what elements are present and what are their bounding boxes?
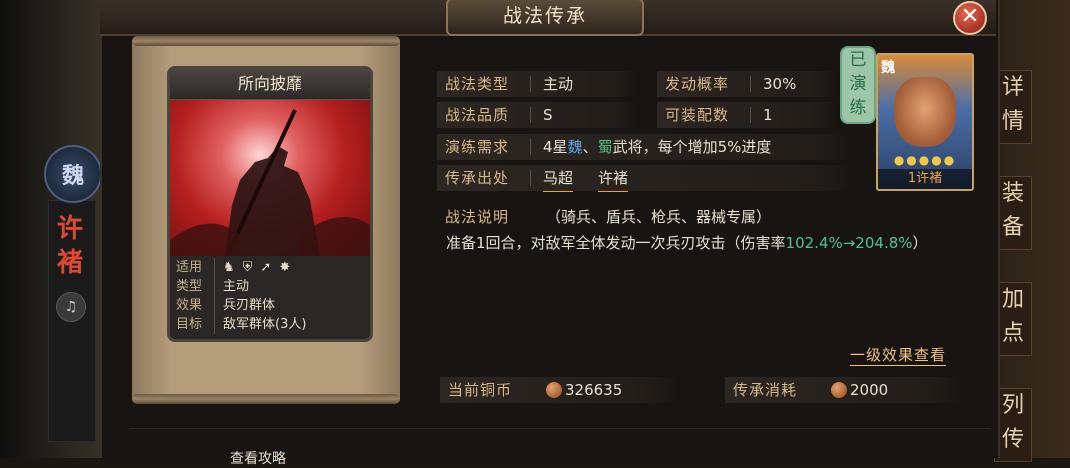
copper-coin-icon: [546, 382, 562, 398]
tab-points-label: 加点: [1001, 287, 1024, 346]
card-row-effect: 效果 兵刃群体: [176, 296, 364, 315]
general-portrait[interactable]: 魏 ●●●●● 1许褚: [876, 53, 974, 191]
card-row-apply: 适用 ♞ ⛨ ➚ ✸: [176, 258, 364, 277]
trigger-rate-label: 发动概率: [665, 75, 730, 93]
cavalry-icon: ♞: [223, 260, 235, 275]
quality-field: 战法品质 S: [437, 102, 637, 128]
close-button[interactable]: ✕: [953, 1, 987, 35]
scroll-rod-top: [132, 36, 400, 46]
description-main: 准备1回合，对敌军全体发动一次兵刃攻击（伤害率: [446, 234, 786, 252]
tactic-card: 所向披靡 适用 ♞ ⛨ ➚ ✸ 类型 主动 效果 兵刃群体 目标 敌军群体(3人…: [167, 66, 373, 342]
quality-label: 战法品质: [445, 106, 510, 124]
guide-link[interactable]: 查看攻略: [230, 448, 286, 468]
trigger-rate-field: 发动概率 30%: [657, 71, 837, 97]
separator: [530, 76, 531, 92]
drill-requirement-field: 演练需求 4星魏、蜀武将，每个增加5%进度: [437, 134, 857, 160]
card-row-target: 目标 敌军群体(3人): [176, 315, 364, 334]
separator: [530, 139, 531, 155]
shield-icon: ⛨: [242, 260, 253, 275]
portrait-name: 1许褚: [878, 169, 972, 189]
drilled-seal: 已演练: [840, 46, 876, 124]
portrait-faction: 魏: [881, 60, 895, 76]
copper-value-wrap: 326635: [546, 377, 622, 403]
type-value: 主动: [214, 277, 249, 296]
unit-icons: ♞ ⛨ ➚ ✸: [214, 258, 290, 277]
tab-equipment-label: 装备: [1001, 181, 1024, 240]
cost-coin-icon: [831, 382, 847, 398]
speaker-icon[interactable]: ♫: [56, 292, 86, 322]
inherit-cost-field: 传承消耗 2000: [725, 377, 965, 403]
trigger-rate-value: 30%: [763, 75, 797, 93]
drill-suffix: 武将，每个增加5%进度: [612, 138, 772, 156]
source-link-xuchu[interactable]: 许褚: [598, 165, 629, 192]
description-subtitle: （骑兵、盾兵、枪兵、器械专属）: [546, 208, 772, 226]
description-text: 准备1回合，对敌军全体发动一次兵刃攻击（伤害率102.4%→204.8%）: [446, 231, 966, 256]
level-one-effect-link[interactable]: 一级效果查看: [850, 344, 947, 366]
slots-field: 可装配数 1: [657, 102, 837, 128]
apply-label: 适用: [176, 260, 203, 275]
window-title: 战法传承: [446, 0, 644, 36]
separator: [530, 170, 531, 186]
drill-value: 4星魏、蜀武将，每个增加5%进度: [543, 134, 771, 160]
warrior-silhouette-icon: [170, 109, 370, 256]
tactic-type-value: 主动: [543, 75, 574, 93]
siege-icon: ✸: [279, 260, 291, 275]
drill-label: 演练需求: [445, 138, 510, 156]
copper-label: 当前铜币: [448, 381, 513, 399]
card-artwork: [170, 100, 370, 256]
tab-details-label: 详情: [1001, 75, 1024, 134]
source-field: 传承出处 马超 许褚: [437, 165, 857, 192]
source-link-machao[interactable]: 马超: [543, 165, 574, 192]
target-label: 目标: [176, 317, 203, 332]
scroll-rod-bottom: [132, 394, 400, 404]
cost-value: 2000: [850, 381, 889, 399]
card-row-type: 类型 主动: [176, 277, 364, 296]
description-label: 战法说明: [445, 208, 510, 226]
drill-faction-shu: 蜀: [597, 138, 613, 156]
side-general-name: 许褚: [56, 214, 83, 278]
description-damage-value: 102.4%→204.8%: [785, 234, 913, 252]
current-copper-field: 当前铜币 326635: [440, 377, 680, 403]
effect-label: 效果: [176, 298, 203, 313]
separator: [530, 107, 531, 123]
general-face-icon: [894, 77, 956, 147]
slots-value: 1: [763, 106, 773, 124]
drill-faction-wei: 魏: [567, 138, 583, 156]
tactic-type-label: 战法类型: [445, 75, 510, 93]
divider: [130, 428, 990, 429]
quality-value: S: [543, 106, 553, 124]
effect-value: 兵刃群体: [214, 296, 275, 315]
separator: [750, 76, 751, 92]
slots-label: 可装配数: [665, 106, 730, 124]
faction-emblem-icon: 魏: [44, 145, 102, 203]
card-title: 所向披靡: [170, 69, 370, 100]
star-rating: ●●●●●: [893, 153, 957, 167]
card-info: 适用 ♞ ⛨ ➚ ✸ 类型 主动 效果 兵刃群体 目标 敌军群体(3人): [170, 256, 370, 336]
type-label: 类型: [176, 279, 203, 294]
source-label: 传承出处: [445, 169, 510, 187]
tab-biography-label: 列传: [1001, 393, 1024, 452]
separator: [750, 107, 751, 123]
copper-value: 326635: [565, 381, 623, 399]
drill-prefix: 4星: [543, 138, 568, 156]
tactic-type-field: 战法类型 主动: [437, 71, 637, 97]
spear-icon: ➚: [260, 260, 272, 275]
drill-separator: 、: [582, 138, 598, 156]
target-value: 敌军群体(3人): [214, 315, 306, 334]
cost-value-wrap: 2000: [831, 377, 888, 403]
description-end: ）: [912, 234, 928, 252]
cost-label: 传承消耗: [733, 381, 798, 399]
